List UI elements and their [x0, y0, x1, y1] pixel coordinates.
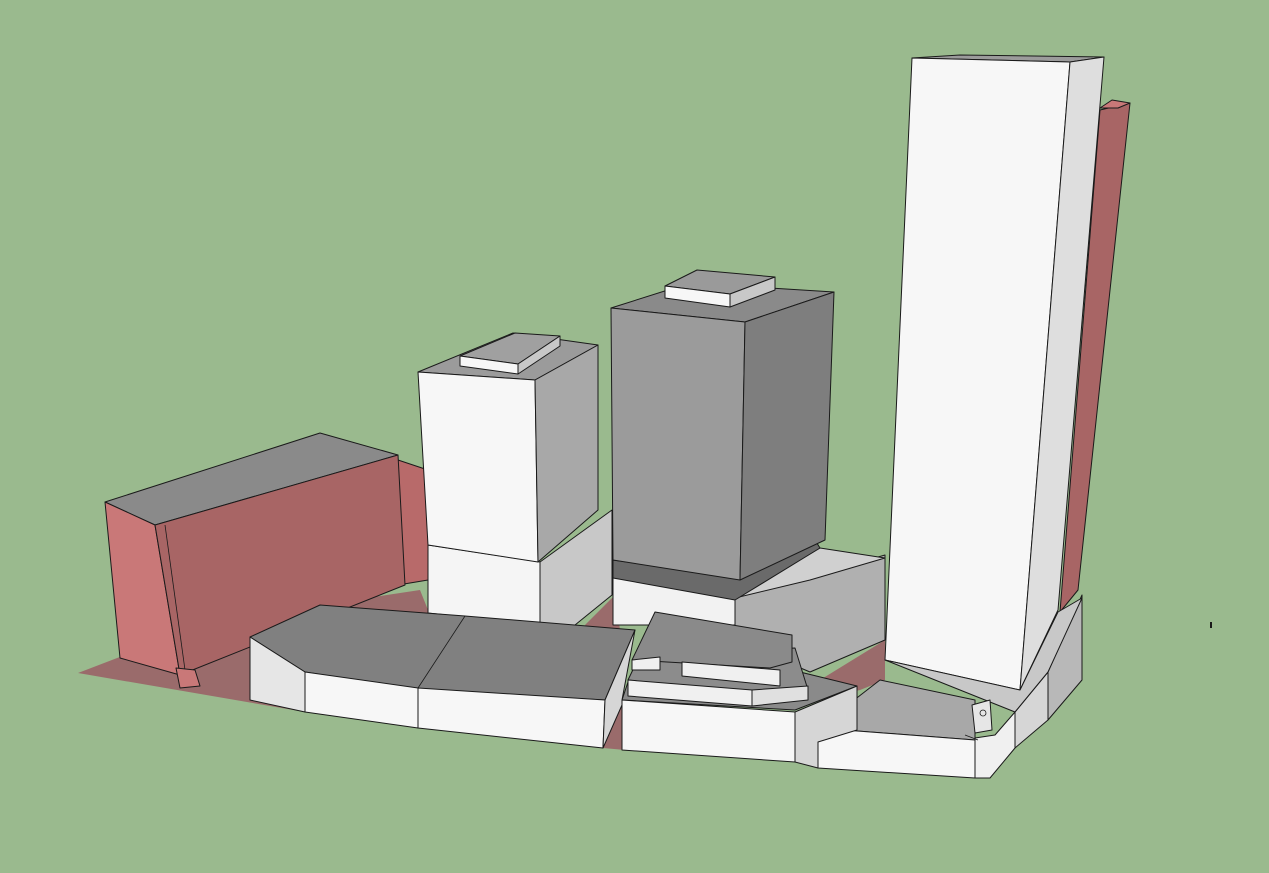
wt1-front: [417, 371, 539, 563]
gray-tower-center[interactable]: [610, 269, 886, 673]
cursor-mark: [1210, 622, 1212, 628]
gt-front: [610, 307, 746, 581]
gt-side: [739, 291, 835, 581]
scene-canvas: [78, 54, 1212, 779]
3d-model-viewport[interactable]: [0, 0, 1269, 873]
sp-lower-front: [621, 699, 796, 763]
low-podium-front-left[interactable]: [249, 604, 636, 749]
cp-kiosk: [971, 699, 993, 734]
white-tower-center-left[interactable]: [417, 332, 613, 626]
